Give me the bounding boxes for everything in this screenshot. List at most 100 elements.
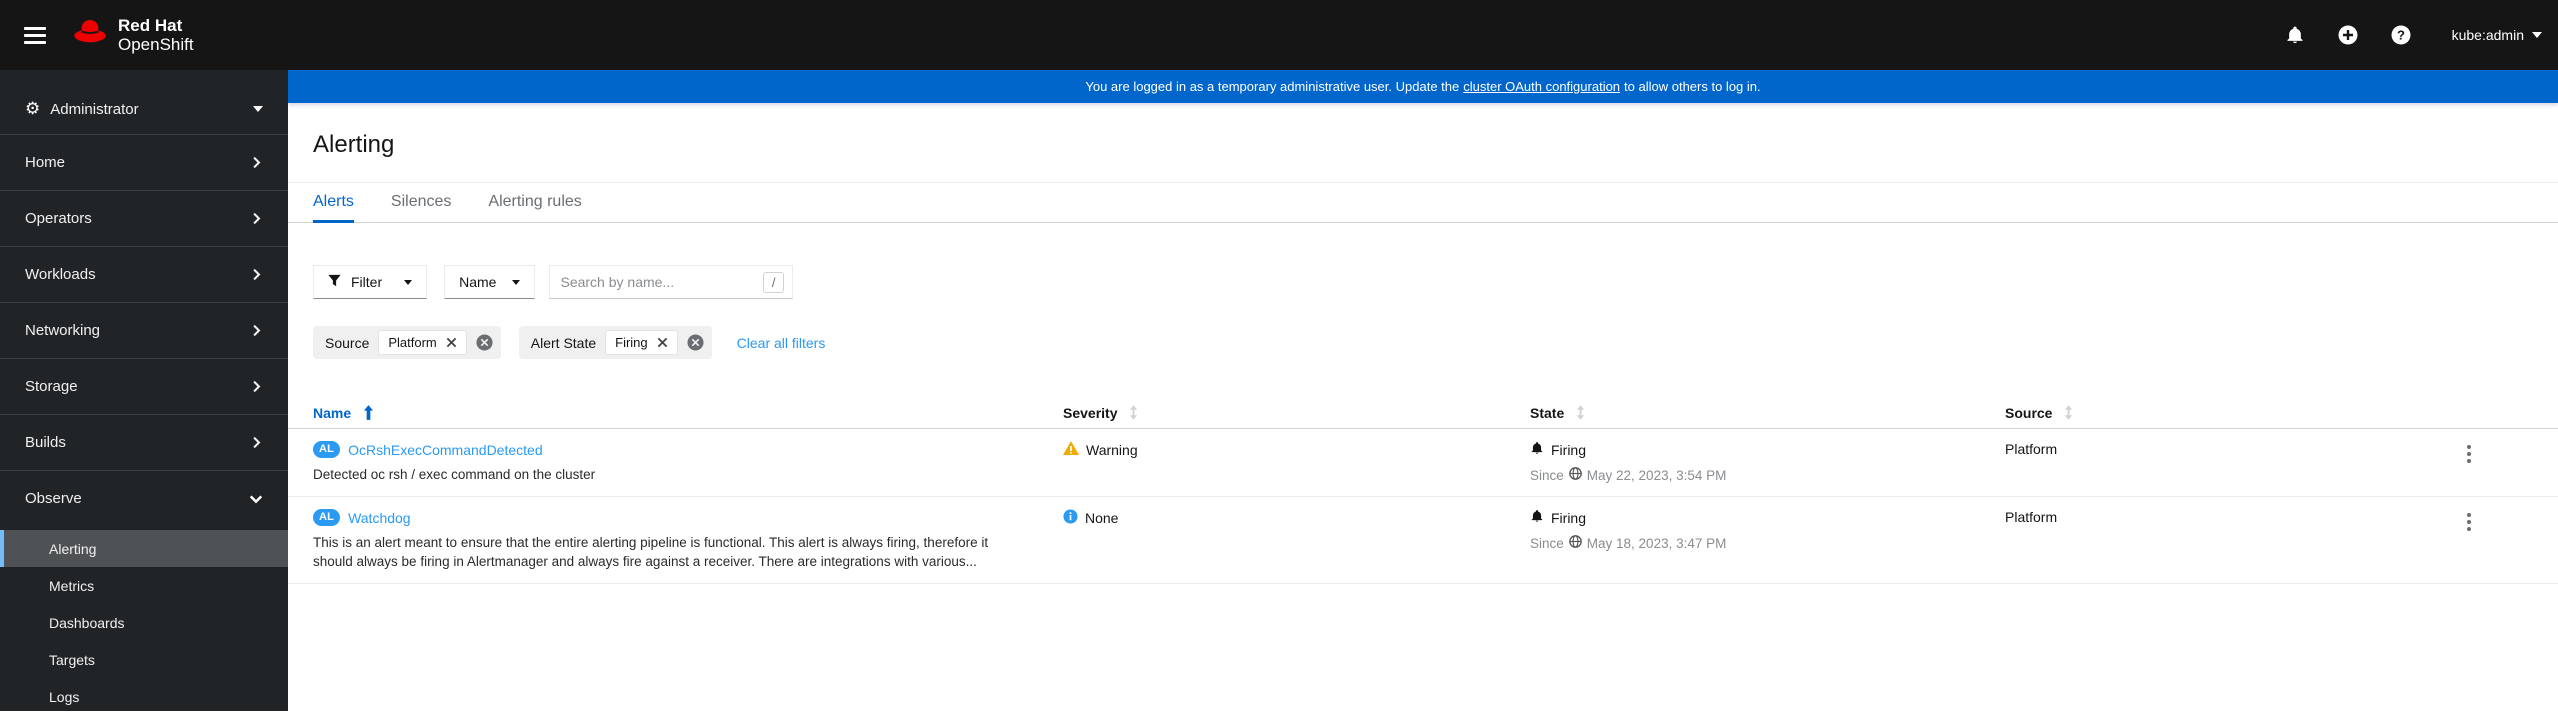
sidebar-item-label: Networking: [25, 322, 101, 339]
chevron-right-icon: [250, 156, 263, 169]
tab-alerting-rules[interactable]: Alerting rules: [488, 183, 581, 223]
perspective-label: Administrator: [50, 100, 139, 118]
quick-create-plus-icon[interactable]: [2338, 25, 2358, 45]
column-header-label: Severity: [1063, 404, 1118, 421]
tab-alerts[interactable]: Alerts: [313, 183, 354, 223]
alert-name-link[interactable]: OcRshExecCommandDetected: [348, 442, 543, 458]
sidebar-item-label: Metrics: [49, 577, 95, 594]
sidebar-item-operators[interactable]: Operators: [0, 190, 288, 246]
remove-filter-group-icon[interactable]: [687, 334, 704, 351]
since-timestamp: May 22, 2023, 3:54 PM: [1586, 467, 1727, 483]
column-header-label: State: [1530, 404, 1565, 421]
chevron-right-icon: [250, 436, 263, 449]
filter-group-label: Alert State: [530, 334, 597, 351]
alert-resource-badge: AL: [313, 441, 341, 458]
severity-label: None: [1085, 510, 1119, 526]
severity-label: Warning: [1086, 441, 1138, 458]
banner-text-after: to allow others to log in.: [1624, 79, 1761, 94]
column-header-state[interactable]: State: [1530, 405, 2005, 421]
since-label: Since: [1530, 535, 1564, 551]
sidebar-item-label: Targets: [49, 651, 95, 668]
observe-subnav: Alerting Metrics Dashboards Targets Logs: [0, 526, 288, 715]
sidebar-item-label: Dashboards: [49, 614, 125, 631]
sidebar-item-alerting[interactable]: Alerting: [0, 530, 288, 567]
perspective-switcher[interactable]: ⚙ Administrator: [0, 84, 288, 134]
filter-chip-label: Firing: [615, 335, 648, 350]
alert-name-link[interactable]: Watchdog: [348, 510, 411, 526]
tabs-bar: Alerts Silences Alerting rules: [288, 182, 2558, 223]
active-filters-row: Source Platform Alert State Firing Clear…: [313, 326, 2558, 359]
filter-chip: Firing: [605, 330, 678, 355]
sidebar-item-networking[interactable]: Networking: [0, 302, 288, 358]
help-icon[interactable]: ?: [2391, 25, 2411, 45]
state-label: Firing: [1551, 441, 1587, 458]
alert-description: This is an alert meant to ensure that th…: [313, 535, 989, 569]
remove-chip-icon[interactable]: [657, 337, 668, 348]
row-actions-cell: [2457, 507, 2558, 571]
brand-line1: Red Hat: [118, 15, 183, 35]
state-label: Firing: [1551, 509, 1587, 526]
temporary-admin-banner: You are logged in as a temporary adminis…: [288, 70, 2558, 103]
remove-filter-group-icon[interactable]: [476, 334, 493, 351]
clear-all-filters-link[interactable]: Clear all filters: [737, 335, 826, 351]
column-header-severity[interactable]: Severity: [1063, 405, 1530, 421]
chevron-right-icon: [250, 380, 263, 393]
chevron-right-icon: [250, 324, 263, 337]
filter-chip-label: Platform: [388, 335, 437, 350]
main-content: Alerting Alerts Silences Alerting rules …: [288, 103, 2558, 711]
severity-cell: None: [1063, 507, 1530, 571]
remove-chip-icon[interactable]: [446, 337, 457, 348]
chevron-right-icon: [250, 268, 263, 281]
tab-silences[interactable]: Silences: [391, 183, 451, 223]
sidebar-item-observe[interactable]: Observe: [0, 470, 288, 526]
sort-icon: [1129, 405, 1138, 420]
severity-cell: Warning: [1063, 439, 1530, 484]
state-cell: Firing Since May 22, 2023, 3:54 PM: [1530, 439, 2005, 484]
sidebar-item-dashboards[interactable]: Dashboards: [0, 604, 288, 641]
redhat-openshift-logo[interactable]: Red Hat OpenShift: [72, 16, 194, 54]
filter-funnel-icon: [328, 274, 341, 290]
filter-group-source: Source Platform: [313, 326, 501, 359]
chevron-right-icon: [250, 212, 263, 225]
redhat-fedora-icon: [72, 19, 108, 51]
column-header-source[interactable]: Source: [2005, 405, 2457, 421]
sidebar-item-logs[interactable]: Logs: [0, 678, 288, 715]
globe-icon: [1568, 467, 1582, 483]
app-launcher-icon[interactable]: [2232, 25, 2252, 45]
globe-icon: [1568, 535, 1582, 551]
chevron-down-icon: [249, 492, 263, 506]
notifications-bell-icon[interactable]: [2285, 25, 2305, 45]
sidebar-item-metrics[interactable]: Metrics: [0, 567, 288, 604]
gears-icon: ⚙: [25, 98, 41, 119]
name-cell: AL OcRshExecCommandDetected Detected oc …: [313, 439, 1063, 484]
chevron-down-icon: [253, 106, 263, 112]
sort-icon: [1576, 405, 1585, 420]
column-header-label: Source: [2005, 404, 2053, 421]
svg-text:?: ?: [2397, 28, 2405, 43]
sidebar-item-targets[interactable]: Targets: [0, 641, 288, 678]
column-header-name[interactable]: Name: [313, 405, 1063, 421]
sidebar-item-label: Operators: [25, 210, 92, 227]
sidebar-item-home[interactable]: Home: [0, 134, 288, 190]
masthead: Red Hat OpenShift ? kube:admin: [0, 0, 2558, 70]
sort-icon: [2064, 405, 2073, 420]
sidebar-item-builds[interactable]: Builds: [0, 414, 288, 470]
user-menu[interactable]: kube:admin: [2452, 27, 2542, 43]
page-title: Alerting: [313, 131, 395, 158]
hamburger-menu-icon[interactable]: [24, 26, 46, 44]
sidebar-item-workloads[interactable]: Workloads: [0, 246, 288, 302]
search-input[interactable]: [560, 274, 763, 290]
sidebar-item-storage[interactable]: Storage: [0, 358, 288, 414]
search-type-select[interactable]: Name: [444, 265, 536, 299]
sidebar-item-label: Storage: [25, 378, 78, 395]
table-row: AL OcRshExecCommandDetected Detected oc …: [288, 429, 2558, 497]
sidebar-nav: ⚙ Administrator Home Operators Workloads…: [0, 70, 288, 711]
filter-dropdown[interactable]: Filter: [313, 265, 428, 299]
since-label: Since: [1530, 467, 1564, 483]
chevron-down-icon: [512, 279, 521, 285]
sidebar-item-label: Home: [25, 154, 66, 171]
kebab-menu-icon[interactable]: [2467, 513, 2471, 531]
kebab-menu-icon[interactable]: [2467, 445, 2471, 463]
cluster-oauth-configuration-link[interactable]: cluster OAuth configuration: [1463, 79, 1620, 94]
name-cell: AL Watchdog This is an alert meant to en…: [313, 507, 1063, 571]
